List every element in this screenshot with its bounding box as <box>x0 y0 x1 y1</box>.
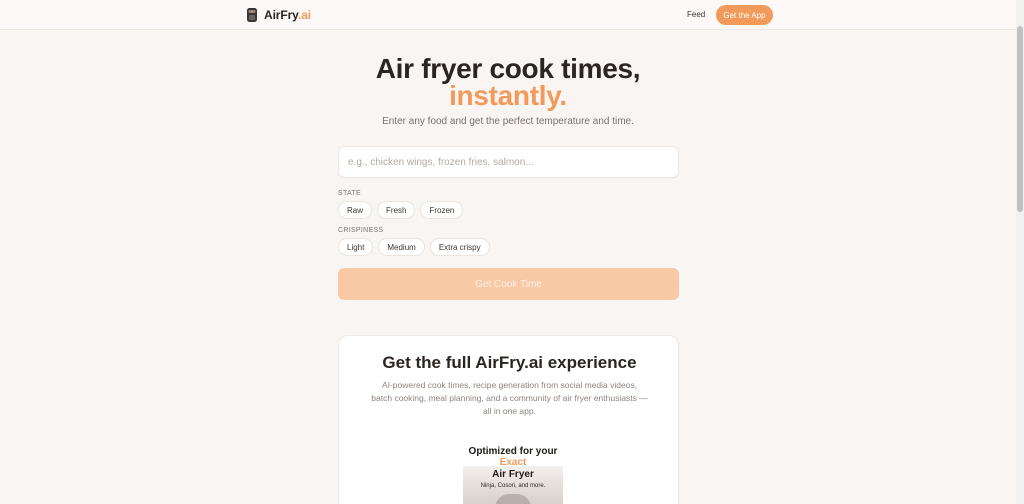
crispiness-chip-extra-crispy[interactable]: Extra crispy <box>429 238 490 256</box>
promo-card-description: AI-powered cook times, recipe generation… <box>371 380 648 416</box>
air-fryer-icon <box>247 8 257 22</box>
state-chip-frozen[interactable]: Frozen <box>420 201 464 219</box>
state-label: STATE <box>338 190 362 197</box>
app-promo-card: Get the full AirFry.ai experience AI-pow… <box>338 335 679 504</box>
promo-image-heading: Optimized for your <box>468 446 558 457</box>
page-scrollbar[interactable] <box>1016 0 1024 504</box>
crispiness-options: Light Medium Extra crispy <box>338 238 490 256</box>
get-the-app-button[interactable]: Get the App <box>716 5 773 25</box>
top-navbar: AirFry.ai Feed Get the App <box>0 0 1016 30</box>
promo-image-caption: Ninja, Cosori, and more. <box>480 483 546 489</box>
crispiness-chip-medium[interactable]: Medium <box>378 238 425 256</box>
crispiness-label: CRISPINESS <box>338 227 384 234</box>
promo-image-subheading: Air Fryer <box>492 469 534 480</box>
scrollbar-thumb[interactable] <box>1017 26 1023 212</box>
state-chip-fresh[interactable]: Fresh <box>377 201 416 219</box>
promo-card-title: Get the full AirFry.ai experience <box>382 353 637 372</box>
hero-title-accent: instantly. <box>449 80 567 111</box>
nav-feed-link[interactable]: Feed <box>687 10 705 19</box>
state-chip-raw[interactable]: Raw <box>338 201 373 219</box>
hero-title: Air fryer cook times, instantly. <box>0 55 1016 111</box>
brand-name: AirFry.ai <box>264 8 311 22</box>
brand-logo-link[interactable]: AirFry.ai <box>246 6 311 24</box>
state-options: Raw Fresh Frozen <box>338 201 464 219</box>
crispiness-chip-light[interactable]: Light <box>338 238 374 256</box>
promo-image: Optimized for your Exact Air Fryer Ninja… <box>463 442 563 504</box>
hero-subtitle: Enter any food and get the perfect tempe… <box>382 116 634 127</box>
food-search-input[interactable] <box>338 146 679 178</box>
get-cook-time-button[interactable]: Get Cook Time <box>338 268 679 300</box>
